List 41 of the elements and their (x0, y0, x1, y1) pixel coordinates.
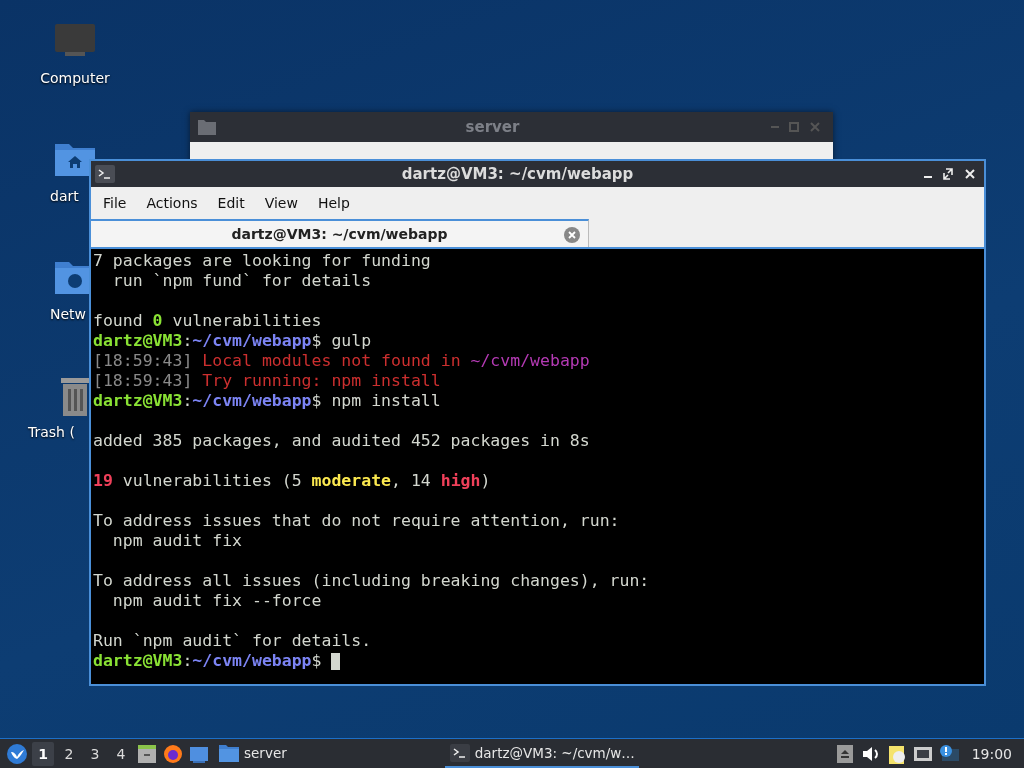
terminal-line: npm audit fix --force (111, 591, 322, 611)
menu-item[interactable]: Actions (136, 195, 208, 211)
terminal-line: added 385 packages, and audited 452 packages in 8s (93, 431, 590, 451)
file-cabinet-icon[interactable] (136, 742, 158, 765)
menu-item[interactable]: File (93, 195, 137, 211)
terminal-line: To address all issues (including breaking changes), run: (93, 571, 650, 591)
terminal-line: To address issues that do not require attention, run: (93, 511, 620, 531)
terminal-line: [18:59:43] Local modules not found in ~/cvm/webapp (93, 351, 590, 371)
desktop-icon-label[interactable]: dart (50, 188, 79, 204)
clock[interactable]: 19:00 (963, 745, 1018, 762)
menu-item[interactable]: Edit (207, 195, 255, 211)
window-title: dartz@VM3: ~/cvm/webapp (400, 165, 635, 183)
terminal-icon (95, 165, 115, 183)
terminal-line: 19 vulnerabilities (5 moderate, 14 high) (93, 471, 491, 491)
terminal-line: dartz@VM3:~/cvm/webapp$ gulp (93, 331, 372, 351)
workspace-button[interactable]: 2 (58, 741, 80, 766)
task-button[interactable]: dartz@VM3: ~/cvm/w… (444, 739, 639, 768)
terminal-line: dartz@VM3:~/cvm/webapp$ (93, 651, 323, 671)
terminal-line: 7 packages are looking for funding (93, 251, 431, 271)
desktop-icon-label[interactable]: Trash ( (28, 424, 75, 440)
task-button[interactable]: server (214, 739, 291, 768)
workspace-button[interactable]: 3 (84, 741, 106, 766)
folder-icon (198, 119, 216, 135)
desktop-icon-label[interactable]: Netw (50, 306, 87, 322)
browser-icon[interactable] (162, 742, 184, 765)
menu-item[interactable]: View (254, 195, 308, 211)
window-title: server (464, 118, 521, 136)
terminal-line: npm audit fix (111, 531, 242, 551)
terminal-line: run `npm fund` for details (111, 271, 372, 291)
terminal-line: Run `npm audit` for details. (93, 631, 372, 651)
terminal-line: dartz@VM3:~/cvm/webapp$ npm install (93, 391, 441, 411)
terminal-icon (448, 741, 471, 764)
close-icon[interactable] (564, 227, 580, 243)
start-menu-icon[interactable] (6, 742, 28, 765)
menu-item[interactable]: Help (307, 195, 360, 211)
terminal-line: [18:59:43] Try running: npm install (93, 371, 441, 391)
terminal-tab[interactable]: dartz@VM3: ~/cvm/webapp (91, 219, 589, 247)
desktop-icon-label[interactable]: Computer (40, 70, 110, 86)
workspace-button[interactable]: 4 (110, 741, 132, 766)
terminal-line: found 0 vulnerabilities (93, 311, 322, 331)
workspace-button[interactable]: 1 (32, 741, 54, 766)
